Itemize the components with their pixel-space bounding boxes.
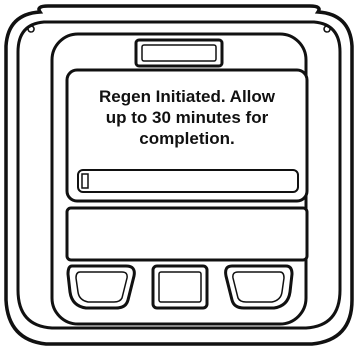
- display-unit: [4, 4, 354, 346]
- regen-message: Regen Initiated. Allow up to 30 minutes …: [72, 86, 302, 149]
- message-line-3: completion.: [139, 129, 235, 148]
- progress-bar-track: [77, 169, 299, 193]
- progress-bar-fill: [81, 173, 89, 189]
- message-line-1: Regen Initiated. Allow: [99, 87, 275, 106]
- indicator-lamp-inner: [141, 44, 217, 62]
- secondary-panel: [65, 206, 309, 262]
- message-line-2: up to 30 minutes for: [105, 108, 269, 127]
